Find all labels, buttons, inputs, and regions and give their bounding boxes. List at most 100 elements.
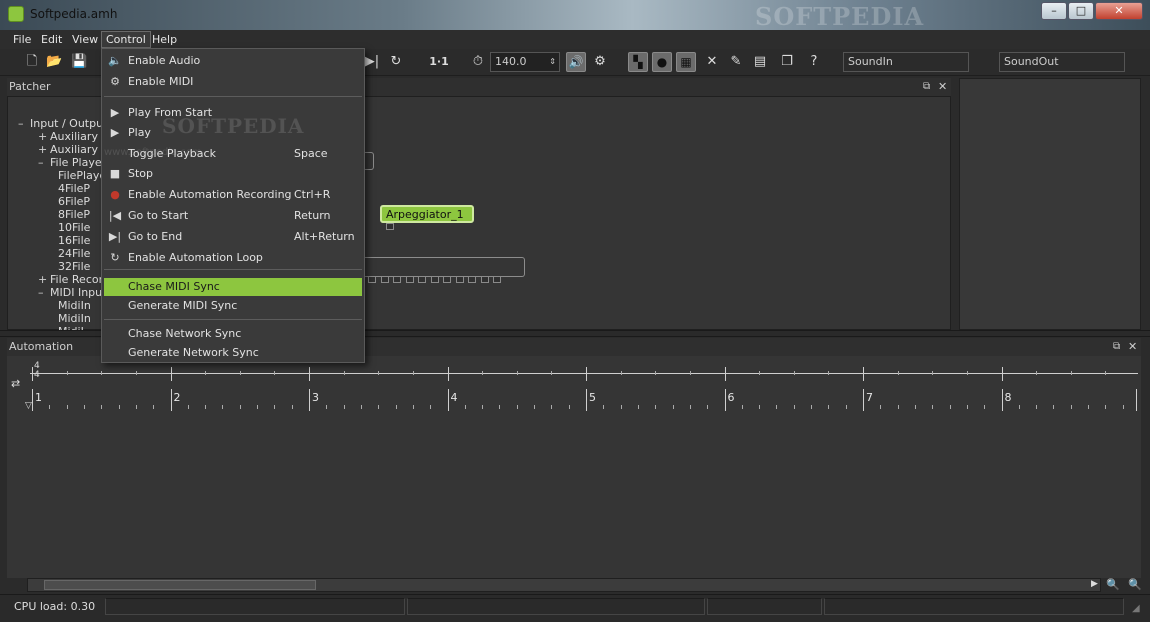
node-port[interactable]	[443, 276, 451, 283]
node-port[interactable]	[368, 276, 376, 283]
save-icon[interactable]: 💾	[71, 54, 87, 70]
menu-item-enable-audio[interactable]: 🔈 Enable Audio	[104, 52, 362, 70]
sound-in-selector[interactable]: SoundIn	[843, 52, 969, 72]
menu-edit[interactable]: Edit	[37, 32, 66, 47]
sub-tick	[897, 405, 899, 409]
sub-tick	[568, 405, 570, 409]
tree-item[interactable]: – MIDI Input	[38, 286, 106, 299]
beat-tick	[1036, 371, 1038, 375]
tree-item[interactable]: + Auxiliary A	[38, 143, 109, 156]
tree-item[interactable]: 8FileP	[58, 208, 90, 221]
loop-icon[interactable]: ↻	[388, 54, 404, 70]
node-port[interactable]	[393, 276, 401, 283]
bar-ruler[interactable]: 1 2 3 4 5 6 7 8	[30, 389, 1140, 413]
tree-item[interactable]: MidiIn	[58, 312, 91, 325]
expand-icon[interactable]: +	[38, 143, 50, 156]
go-to-end-icon[interactable]: ▶|	[364, 54, 380, 70]
tempo-spinbox[interactable]: 140.0 ⇕	[490, 52, 560, 72]
menu-item-stop[interactable]: ■ Stop	[104, 165, 362, 183]
patcher-view-icon[interactable]: ▚	[628, 52, 648, 72]
menu-item-label: Generate MIDI Sync	[128, 299, 238, 312]
close-button[interactable]: ✕	[1095, 2, 1143, 20]
open-folder-icon[interactable]: 📂	[46, 54, 62, 70]
midi-icon[interactable]: ⚙	[592, 54, 608, 70]
resize-grip-icon[interactable]: ◢	[1132, 603, 1140, 614]
menu-item-generate-network-sync[interactable]: Generate Network Sync	[104, 344, 362, 362]
menu-item-shortcut: Alt+Return	[294, 230, 355, 243]
node-port[interactable]	[430, 276, 439, 283]
sound-out-selector[interactable]: SoundOut	[999, 52, 1125, 72]
softpedia-watermark: SOFTPEDIA	[755, 2, 925, 31]
patch-node[interactable]	[362, 257, 525, 277]
notes-icon[interactable]: ▤	[752, 54, 768, 70]
graph-icon[interactable]: ✕	[704, 54, 720, 70]
float-panel-icon[interactable]: ⧉	[923, 78, 930, 96]
close-panel-icon[interactable]: ✕	[938, 78, 947, 96]
zoom-out-icon[interactable]: 🔍	[1106, 578, 1120, 591]
menu-item-toggle-playback[interactable]: Toggle Playback Space	[104, 145, 362, 163]
tree-item[interactable]: + Auxiliary A	[38, 130, 109, 143]
menu-item-go-to-start[interactable]: |◀ Go to Start Return	[104, 207, 362, 225]
menu-file[interactable]: File	[9, 32, 35, 47]
node-port[interactable]	[493, 276, 501, 283]
zoom-in-icon[interactable]: 🔍	[1128, 578, 1142, 591]
arpeggiator-node[interactable]: Arpeggiator_1	[380, 205, 474, 223]
new-file-icon[interactable]: 🗋	[24, 54, 40, 70]
spin-arrows-icon[interactable]: ⇕	[549, 53, 556, 71]
expand-icon[interactable]: +	[38, 273, 50, 286]
metronome-icon[interactable]: ⏱	[470, 54, 486, 70]
audio-toggle-icon[interactable]: 🔊	[566, 52, 586, 72]
menu-item-enable-automation-recording[interactable]: ● Enable Automation Recording Ctrl+R	[104, 186, 362, 204]
help-icon[interactable]: ?	[806, 54, 822, 70]
menu-item-chase-network-sync[interactable]: Chase Network Sync	[104, 325, 362, 343]
menu-view[interactable]: View	[68, 32, 102, 47]
node-port[interactable]	[380, 276, 389, 283]
collapse-icon[interactable]: –	[38, 286, 50, 299]
tree-item[interactable]: – File Player	[38, 156, 106, 169]
node-port[interactable]	[405, 276, 414, 283]
collapse-icon[interactable]: –	[38, 156, 50, 169]
record-view-icon[interactable]: ●	[652, 52, 672, 72]
node-port[interactable]	[386, 223, 394, 230]
tree-item[interactable]: 10File	[58, 221, 90, 234]
tree-item[interactable]: 6FileP	[58, 195, 90, 208]
expand-icon[interactable]: +	[38, 130, 50, 143]
horizontal-scrollbar[interactable]	[27, 578, 1101, 592]
menu-item-enable-midi[interactable]: ⚙ Enable MIDI	[104, 73, 362, 91]
shuffle-icon[interactable]: ⇄	[11, 377, 20, 390]
tree-item[interactable]: – Input / Output	[18, 117, 107, 130]
tree-item[interactable]: + File Recor	[38, 273, 103, 286]
sub-tick	[759, 405, 761, 409]
menu-item-play-from-start[interactable]: ▶ Play From Start	[104, 104, 362, 122]
menu-item-go-to-end[interactable]: ▶| Go to End Alt+Return	[104, 228, 362, 246]
menu-item-chase-midi-sync[interactable]: Chase MIDI Sync	[104, 278, 362, 296]
scrollbar-thumb[interactable]	[44, 580, 316, 590]
tree-item[interactable]: 24File	[58, 247, 90, 260]
tree-item[interactable]: 4FileP	[58, 182, 90, 195]
scroll-right-icon[interactable]: ▶	[1091, 579, 1098, 589]
tree-item[interactable]: MidiIn	[58, 299, 91, 312]
collapse-icon[interactable]: –	[18, 117, 30, 130]
bar-line	[1136, 389, 1137, 411]
tools-icon[interactable]: ✎	[728, 54, 744, 70]
menu-help[interactable]: Help	[148, 32, 181, 47]
close-panel-icon[interactable]: ✕	[1128, 338, 1137, 356]
tree-item[interactable]: 16File	[58, 234, 90, 247]
image-view-icon[interactable]: ▦	[676, 52, 696, 72]
node-port[interactable]	[418, 276, 426, 283]
node-port[interactable]	[468, 276, 476, 283]
node-port[interactable]	[455, 276, 464, 283]
sub-tick	[534, 405, 536, 409]
bar-line	[724, 389, 726, 411]
menu-item-generate-midi-sync[interactable]: Generate MIDI Sync	[104, 297, 362, 315]
menu-control[interactable]: Control	[101, 31, 151, 48]
beat-tick	[551, 371, 553, 375]
float-panel-icon[interactable]: ⧉	[1113, 338, 1120, 356]
maximize-button[interactable]: □	[1068, 2, 1094, 20]
tree-item[interactable]: 32File	[58, 260, 90, 273]
minimize-button[interactable]: –	[1041, 2, 1067, 20]
menu-item-play[interactable]: ▶ Play	[104, 124, 362, 142]
menu-item-enable-automation-loop[interactable]: ↻ Enable Automation Loop	[104, 249, 362, 267]
copy-icon[interactable]: ❐	[779, 54, 795, 70]
node-port[interactable]	[480, 276, 489, 283]
